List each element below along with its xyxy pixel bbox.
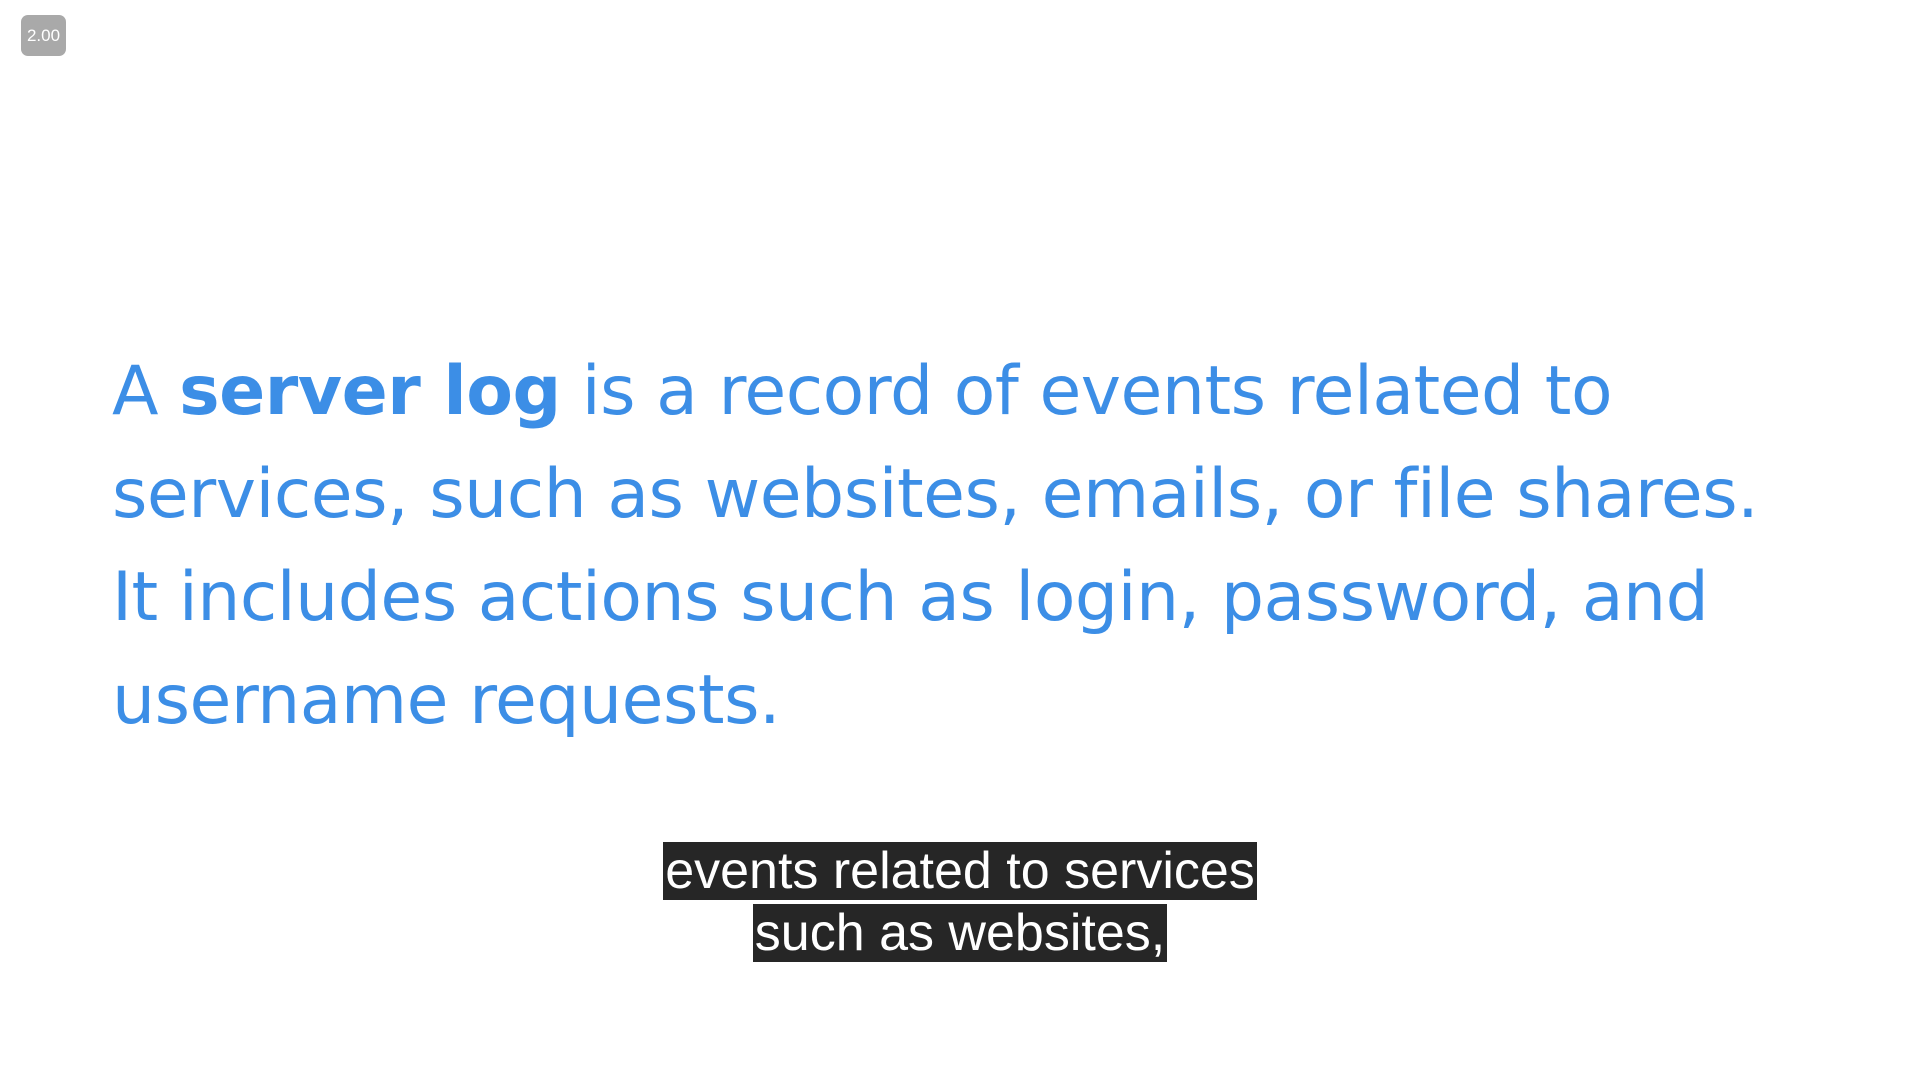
- caption-line-1: events related to services: [0, 840, 1920, 902]
- slide-line-1: A server log is a record of events relat…: [112, 340, 1832, 443]
- caption-text-2: such as websites,: [752, 904, 1168, 962]
- slide-term-server-log: server log: [179, 352, 561, 431]
- playback-speed-badge[interactable]: 2.00: [21, 15, 66, 56]
- subtitle-captions: events related to services such as websi…: [0, 840, 1920, 964]
- slide-body-text: A server log is a record of events relat…: [112, 340, 1832, 752]
- slide-line-1-prefix: A: [112, 352, 180, 431]
- caption-text-1: events related to services: [663, 842, 1257, 900]
- slide-line-2: services, such as websites, emails, or f…: [112, 455, 1759, 534]
- slide-line-3: It includes actions such as login, passw…: [112, 558, 1709, 637]
- slide-line-4: username requests.: [112, 661, 781, 740]
- caption-line-2: such as websites,: [0, 902, 1920, 964]
- video-frame: 2.00 A server log is a record of events …: [0, 0, 1920, 1080]
- slide-line-1-suffix: is a record of events related to: [560, 352, 1613, 431]
